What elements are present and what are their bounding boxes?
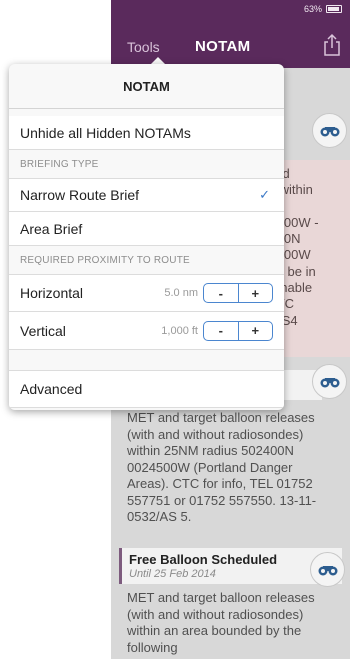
binoculars-icon[interactable] xyxy=(310,552,345,587)
notam-card[interactable]: Free Balloon Scheduled Until 25 Feb 2014… xyxy=(119,548,345,662)
vertical-label: Vertical xyxy=(20,322,66,339)
vertical-decrement-button[interactable]: - xyxy=(204,321,239,340)
notam-card-body: MET and target balloon releases (with an… xyxy=(127,410,317,524)
notam-options-popover: NOTAM Unhide all Hidden NOTAMs BRIEFING … xyxy=(9,64,284,410)
unhide-all-button[interactable]: Unhide all Hidden NOTAMs xyxy=(9,116,284,150)
card-title: Free Balloon Scheduled xyxy=(129,552,278,567)
vertical-proximity-row: Vertical 1,000 ft - + xyxy=(9,312,284,350)
navigation-bar: 63% Tools NOTAM xyxy=(111,0,350,68)
section-header-briefing-type: BRIEFING TYPE xyxy=(20,158,99,170)
horizontal-increment-button[interactable]: + xyxy=(239,284,273,302)
option-area-brief[interactable]: Area Brief xyxy=(9,212,284,246)
binoculars-icon[interactable] xyxy=(312,113,347,148)
vertical-value: 1,000 ft xyxy=(161,324,198,337)
vertical-stepper[interactable]: - + xyxy=(203,320,273,341)
horizontal-decrement-button[interactable]: - xyxy=(204,284,239,302)
card-body: MET and target balloon releases (with an… xyxy=(127,590,315,655)
popover-title: NOTAM xyxy=(9,64,284,109)
card-date: Until 25 Feb 2014 xyxy=(129,568,216,580)
nav-title: NOTAM xyxy=(195,38,251,55)
section-header-proximity: REQUIRED PROXIMITY TO ROUTE xyxy=(20,254,190,266)
tools-button[interactable]: Tools xyxy=(127,39,160,55)
checkmark-icon: ✓ xyxy=(259,187,270,202)
option-narrow-route-brief[interactable]: Narrow Route Brief ✓ xyxy=(9,178,284,212)
horizontal-stepper[interactable]: - + xyxy=(203,283,273,303)
area-brief-label: Area Brief xyxy=(20,220,83,237)
horizontal-label: Horizontal xyxy=(20,285,84,301)
card-header[interactable]: Free Balloon Scheduled Until 25 Feb 2014 xyxy=(119,548,342,584)
vertical-increment-button[interactable]: + xyxy=(239,322,273,340)
binoculars-icon[interactable] xyxy=(312,364,347,399)
battery-percentage: 63% xyxy=(303,4,322,14)
status-bar: 63% xyxy=(304,4,342,14)
battery-icon xyxy=(326,5,342,13)
unhide-all-label: Unhide all Hidden NOTAMs xyxy=(20,124,191,141)
horizontal-value: 5.0 nm xyxy=(164,287,198,299)
advanced-label: Advanced xyxy=(20,381,83,397)
advanced-button[interactable]: Advanced xyxy=(9,370,284,408)
narrow-route-label: Narrow Route Brief xyxy=(20,187,140,203)
horizontal-proximity-row: Horizontal 5.0 nm - + xyxy=(9,274,284,312)
share-icon[interactable] xyxy=(322,33,342,57)
